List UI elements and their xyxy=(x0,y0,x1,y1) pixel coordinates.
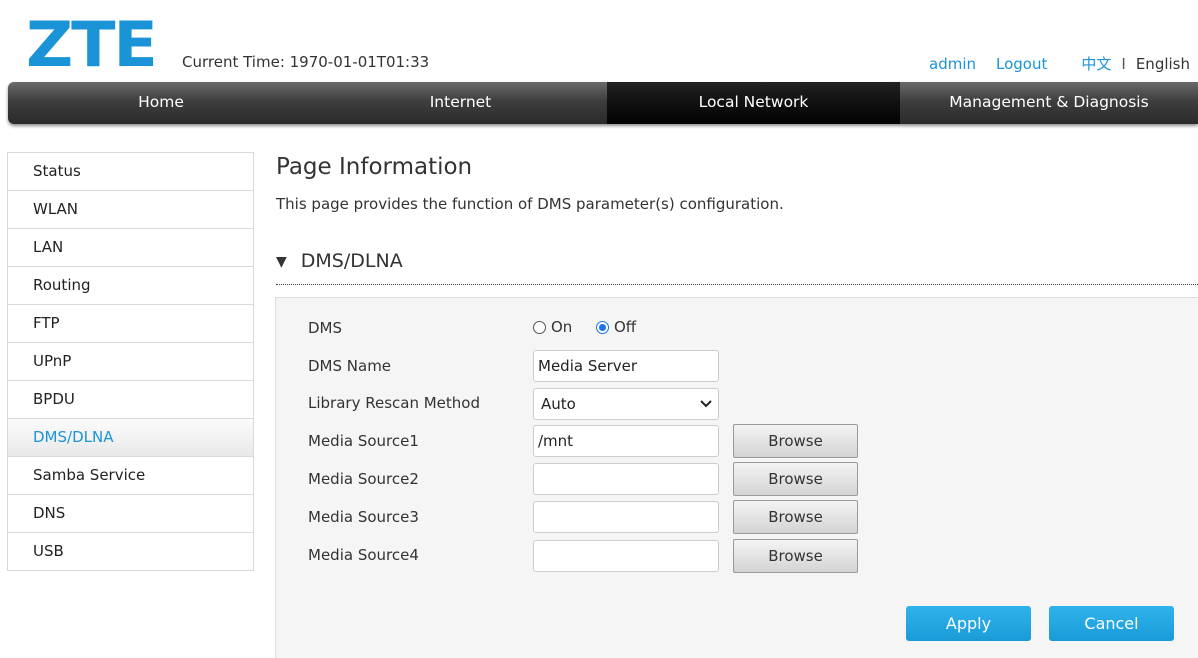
dms-label: DMS xyxy=(308,319,343,337)
lang-english-link[interactable]: English xyxy=(1136,55,1190,73)
dms-name-label: DMS Name xyxy=(308,357,392,375)
cancel-button[interactable]: Cancel xyxy=(1049,606,1174,641)
rescan-method-label: Library Rescan Method xyxy=(308,394,480,412)
zte-logo: ZTE xyxy=(26,8,158,81)
nav-management-diagnosis[interactable]: Management & Diagnosis xyxy=(900,82,1198,124)
page-title: Page Information xyxy=(276,154,473,180)
nav-local-network[interactable]: Local Network xyxy=(607,82,900,124)
section-header-dms-dlna[interactable]: ▼ DMS/DLNA xyxy=(276,250,403,272)
dms-name-input[interactable] xyxy=(533,350,719,382)
top-links: admin Logout 中文 I English xyxy=(929,53,1190,74)
section-divider xyxy=(276,284,1198,285)
dms-on-radio[interactable]: On xyxy=(533,318,572,336)
rescan-method-value: Auto xyxy=(541,395,576,413)
collapse-triangle-icon: ▼ xyxy=(276,254,287,270)
browse-button-1[interactable]: Browse xyxy=(733,424,858,458)
radio-checked-icon xyxy=(596,320,609,334)
browse-button-4[interactable]: Browse xyxy=(733,539,858,573)
radio-circle-icon xyxy=(533,320,546,334)
dms-on-label: On xyxy=(551,318,573,336)
sidebar-item-upnp[interactable]: UPnP xyxy=(8,343,253,381)
lang-chinese-link[interactable]: 中文 xyxy=(1081,53,1111,74)
sidebar-item-lan[interactable]: LAN xyxy=(8,229,253,267)
media-source3-label: Media Source3 xyxy=(308,508,419,526)
current-time: Current Time: 1970-01-01T01:33 xyxy=(182,53,430,71)
browse-button-3[interactable]: Browse xyxy=(733,500,858,534)
rescan-method-select[interactable]: Auto xyxy=(533,388,719,420)
sidebar: Status WLAN LAN Routing FTP UPnP BPDU DM… xyxy=(7,152,254,571)
browse-button-2[interactable]: Browse xyxy=(733,462,858,496)
media-source1-input[interactable] xyxy=(533,425,719,457)
dms-off-radio[interactable]: Off xyxy=(596,318,636,336)
sidebar-item-ftp[interactable]: FTP xyxy=(8,305,253,343)
nav-internet[interactable]: Internet xyxy=(314,82,607,124)
logout-link[interactable]: Logout xyxy=(996,55,1047,73)
page-description: This page provides the function of DMS p… xyxy=(276,195,784,213)
apply-button[interactable]: Apply xyxy=(906,606,1031,641)
media-source4-label: Media Source4 xyxy=(308,546,419,564)
sidebar-item-dns[interactable]: DNS xyxy=(8,495,253,533)
main-nav: Home Internet Local Network Management &… xyxy=(8,82,1198,124)
sidebar-item-dms-dlna[interactable]: DMS/DLNA xyxy=(8,419,253,457)
sidebar-item-wlan[interactable]: WLAN xyxy=(8,191,253,229)
media-source2-label: Media Source2 xyxy=(308,470,419,488)
dms-off-label: Off xyxy=(614,318,637,336)
section-title: DMS/DLNA xyxy=(300,250,403,272)
media-source4-input[interactable] xyxy=(533,540,719,572)
sidebar-item-bpdu[interactable]: BPDU xyxy=(8,381,253,419)
lang-separator: I xyxy=(1121,54,1126,73)
nav-home[interactable]: Home xyxy=(8,82,314,124)
sidebar-item-samba-service[interactable]: Samba Service xyxy=(8,457,253,495)
sidebar-item-routing[interactable]: Routing xyxy=(8,267,253,305)
user-link[interactable]: admin xyxy=(929,55,976,73)
sidebar-item-usb[interactable]: USB xyxy=(8,533,253,571)
media-source2-input[interactable] xyxy=(533,463,719,495)
media-source3-input[interactable] xyxy=(533,501,719,533)
sidebar-item-status[interactable]: Status xyxy=(8,153,253,191)
media-source1-label: Media Source1 xyxy=(308,432,419,450)
